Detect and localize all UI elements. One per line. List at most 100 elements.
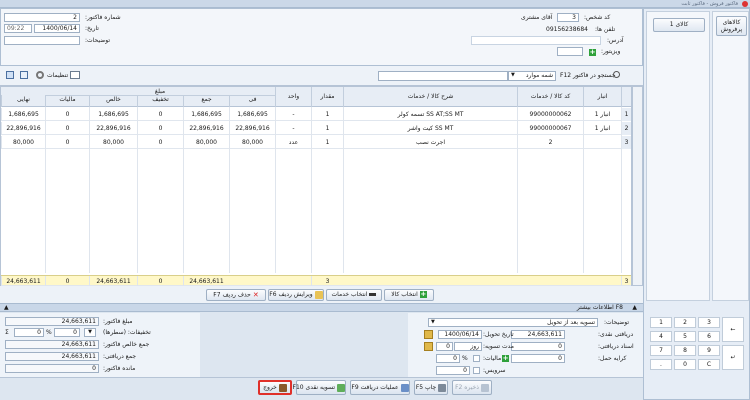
customer-name: آقای مشتری <box>521 14 553 21</box>
cell-qty: 1 <box>311 108 343 121</box>
col-header-discount[interactable]: تخفیف <box>137 95 183 107</box>
cell-net: 1,686,695 <box>89 108 137 121</box>
col-header-total[interactable]: جمع <box>183 95 229 107</box>
cell-final: 1,686,695 <box>1 108 45 121</box>
payment-section: توضیحات: ▼ تسویه بعد از تحویل دریافتی نق… <box>408 313 643 377</box>
key-0[interactable]: 0 <box>674 359 696 370</box>
card-input[interactable]: 0 <box>511 342 565 351</box>
col-header-code[interactable]: کد کالا / خدمات <box>517 87 583 107</box>
add-visitor-icon[interactable]: + <box>587 49 596 56</box>
tax-input[interactable]: 0 <box>436 354 460 363</box>
time-input[interactable]: 09:22 <box>4 24 32 33</box>
cell-rownum: 2 <box>621 122 631 135</box>
grid-scrollbar[interactable] <box>632 86 643 286</box>
cell-unit-price: 80,000 <box>229 136 275 149</box>
window-title: فاکتور فروش - فاکتور ثابت <box>681 1 738 7</box>
cash-settle-button[interactable]: تسویه نقدی F10 <box>293 380 346 395</box>
date-input[interactable]: 1400/06/14 <box>34 24 80 33</box>
close-icon[interactable] <box>742 1 748 7</box>
key-backspace[interactable]: ← <box>722 317 744 342</box>
discounts-pct-input[interactable]: 0 <box>14 328 44 337</box>
key-8[interactable]: 8 <box>674 345 696 356</box>
item-button-1[interactable]: کالای 1 <box>653 18 705 32</box>
col-header-qty[interactable]: مقدار <box>311 87 343 107</box>
edit-row-button[interactable]: ویرایش ردیف F6 <box>268 289 324 301</box>
cell-discount: 0 <box>137 122 183 135</box>
key-dot[interactable]: . <box>650 359 672 370</box>
select-services-button[interactable]: انتخاب خدمات <box>326 289 382 301</box>
group-button-bestsellers[interactable]: کالاهای پرفروش <box>716 16 747 36</box>
settle-input[interactable]: 0 <box>436 342 453 351</box>
key-enter[interactable]: ↵ <box>722 345 744 370</box>
cell-description: اجرت نصب <box>343 136 517 149</box>
toolbar-print-icon[interactable] <box>6 71 14 79</box>
cell-total: 80,000 <box>183 136 229 149</box>
print-button[interactable]: چاپ F5 <box>414 380 448 395</box>
phone-value: 09156238684 <box>546 26 588 33</box>
table-row[interactable]: 1,686,695 0 1,686,695 0 1,686,695 1,686,… <box>1 108 631 121</box>
col-header-description[interactable]: شرح کالا / خدمات <box>343 87 517 107</box>
key-clear[interactable]: C <box>698 359 720 370</box>
settings-gear-icon[interactable] <box>36 71 44 79</box>
key-2[interactable]: 2 <box>674 317 696 328</box>
search-icon[interactable] <box>613 71 620 78</box>
more-info-bar[interactable]: F8 اطلاعات بیشتر ▲ ▲ <box>0 303 643 312</box>
invoice-no-input[interactable]: 2 <box>4 13 80 22</box>
table-row[interactable]: 80,000 0 80,000 0 80,000 80,000 عدد 1 اج… <box>1 136 631 149</box>
save-button[interactable]: ذخیره F2 <box>452 380 492 395</box>
address-input[interactable] <box>471 36 601 45</box>
key-6[interactable]: 6 <box>698 331 720 342</box>
remaining-input[interactable]: 0 <box>511 354 565 363</box>
chevron-down-icon: ▼ <box>431 319 435 325</box>
col-header-warehouse[interactable]: انبار <box>583 87 621 107</box>
balance-value: 0 <box>5 364 99 373</box>
card-label: اسناد دریافتی: <box>598 343 634 350</box>
col-header-net[interactable]: خالص <box>89 95 137 107</box>
balance-label: مانده فاکتور: <box>103 365 136 372</box>
toolbar-export-icon[interactable] <box>20 71 28 79</box>
search-mode-select[interactable]: ▼ شمه موارد <box>508 71 556 81</box>
service-checkbox[interactable] <box>473 367 480 374</box>
payment-desc-value: تسویه بعد از تحویل <box>547 319 595 326</box>
search-input[interactable] <box>378 71 508 81</box>
exit-button[interactable]: خروج <box>258 380 292 395</box>
description-input[interactable] <box>4 36 80 45</box>
customer-code-label: کد شخص: <box>584 14 611 21</box>
service-input[interactable]: 0 <box>436 366 470 375</box>
key-4[interactable]: 4 <box>650 331 672 342</box>
key-1[interactable]: 1 <box>650 317 672 328</box>
delivery-date-input[interactable]: 1400/06/14 <box>438 330 482 339</box>
col-header-final[interactable]: نهایی <box>1 95 45 107</box>
customer-code-input[interactable]: 3 <box>557 13 579 22</box>
cell-discount: 0 <box>137 108 183 121</box>
key-9[interactable]: 9 <box>698 345 720 356</box>
cash-icon <box>337 383 345 392</box>
tax-checkbox[interactable] <box>473 355 480 362</box>
toolbar-window-icon[interactable] <box>70 71 80 79</box>
key-3[interactable]: 3 <box>698 317 720 328</box>
discount-dropdown-icon[interactable]: ▼ <box>84 328 96 337</box>
discounts-label: تخفیفات: (سطرها) <box>103 329 151 336</box>
select-goods-button[interactable]: +انتخاب کالا <box>384 289 434 301</box>
settle-unit-select[interactable]: روز <box>454 342 482 351</box>
table-row[interactable]: 22,896,916 0 22,896,916 0 22,896,916 22,… <box>1 122 631 135</box>
settings-link[interactable]: تنظیمات <box>47 72 68 80</box>
discounts-value-input[interactable]: 0 <box>54 328 80 337</box>
key-7[interactable]: 7 <box>650 345 672 356</box>
calendar-icon[interactable] <box>424 330 433 339</box>
calc-icon[interactable] <box>424 342 433 351</box>
cell-code: 2 <box>517 136 583 149</box>
chevron-up-icon-left: ▲ <box>4 304 9 311</box>
payment-desc-select[interactable]: ▼ تسویه بعد از تحویل <box>428 318 598 327</box>
visitor-input[interactable] <box>557 47 583 56</box>
receipts-button[interactable]: عملیات دریافت F9 <box>350 380 410 395</box>
col-header-tax[interactable]: مالیات <box>45 95 89 107</box>
col-header-unit[interactable]: واحد <box>275 87 311 107</box>
key-5[interactable]: 5 <box>674 331 696 342</box>
cash-received-input[interactable]: 24,663,611 <box>511 330 565 339</box>
col-header-unit-price[interactable]: فی <box>229 95 275 107</box>
delete-row-button[interactable]: ✕حذف ردیف F7 <box>206 289 266 301</box>
items-grid: نهایی مالیات خالص تخفیف جمع فی مبلغ واحد… <box>0 86 632 287</box>
add-freight-icon[interactable]: + <box>500 355 509 362</box>
delete-icon: ✕ <box>252 291 259 299</box>
